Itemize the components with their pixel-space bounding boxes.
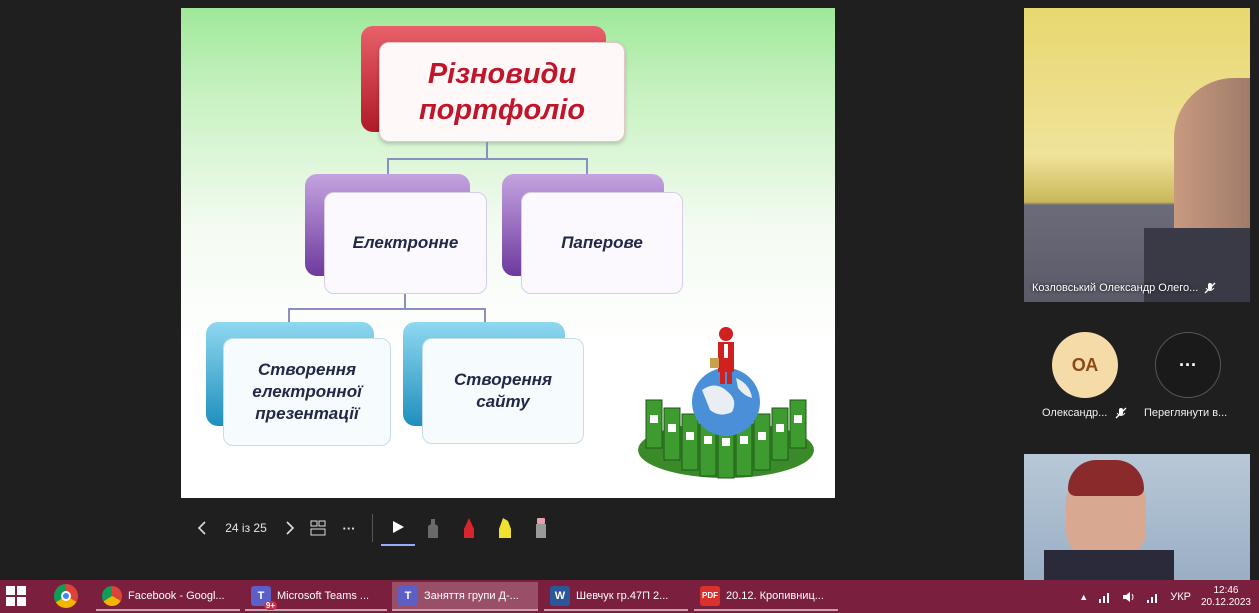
participant-name: Козловський Олександр Олего...: [1032, 282, 1199, 294]
show-hidden-icons-button[interactable]: ▲: [1079, 592, 1088, 602]
clock-time: 12:46: [1213, 584, 1239, 596]
node-presentation-text: Створення електронної презентації: [252, 360, 362, 423]
connector-line: [288, 308, 290, 322]
chrome-icon: [102, 585, 122, 606]
avatar-initials: ОА: [1071, 354, 1099, 375]
network-icon[interactable]: [1098, 591, 1112, 603]
connector-line: [484, 308, 486, 322]
view-more-label: Переглянути в...: [1144, 407, 1228, 419]
eraser-icon: [536, 518, 546, 538]
video-tile-secondary[interactable]: [1024, 454, 1250, 580]
node-electronic: Електронне: [324, 192, 487, 294]
highlighter-tool-button[interactable]: [487, 510, 523, 546]
system-tray: ▲ УКР 12:46 20.12.2023: [1079, 580, 1251, 613]
slide-toolbar: 24 із 25 ···: [190, 510, 559, 546]
slide-title-text: Різновиди портфоліо: [418, 58, 586, 126]
next-slide-button[interactable]: [278, 510, 302, 546]
volume-icon[interactable]: [1122, 591, 1136, 603]
slides-grid-button[interactable]: [302, 510, 334, 546]
taskbar-item-word[interactable]: W Шевчук гр.47П 2...: [544, 582, 688, 611]
taskbar-item-facebook[interactable]: Facebook - Googl...: [96, 582, 240, 611]
pen-red-icon: [464, 518, 474, 538]
previous-slide-button[interactable]: [190, 510, 214, 546]
node-paper: Паперове: [521, 192, 683, 294]
taskbar-item-label: 20.12. Кропивниц...: [726, 589, 824, 602]
windows-taskbar: Facebook - Googl... T 9+ Microsoft Teams…: [0, 580, 1259, 613]
avatar-participant-label: Олександр...: [1042, 407, 1127, 419]
pen-gray-icon: [428, 519, 438, 538]
avatar-participant-name: Олександр...: [1042, 407, 1108, 419]
node-presentation: Створення електронної презентації: [223, 338, 391, 446]
pdf-icon: PDF: [700, 585, 720, 606]
teams-icon: T: [398, 585, 418, 606]
view-more-participants-button[interactable]: ···: [1155, 332, 1221, 398]
video-tile-main[interactable]: Козловський Олександр Олего...: [1024, 8, 1250, 302]
pointer-icon: [393, 521, 404, 533]
pen-red-tool-button[interactable]: [451, 510, 487, 546]
participant-name-tag: Козловський Олександр Олего...: [1032, 282, 1216, 294]
teams-meeting-stage: Різновиди портфоліо Електронне Паперове …: [0, 0, 1259, 580]
node-paper-text: Паперове: [561, 233, 643, 252]
mic-muted-icon: [1115, 407, 1127, 419]
clock[interactable]: 12:46 20.12.2023: [1201, 585, 1251, 609]
toolbar-divider: [372, 514, 373, 542]
chrome-icon: [61, 591, 71, 601]
chrome-pinned-button[interactable]: [54, 584, 78, 608]
node-site-text: Створення сайту: [453, 370, 552, 411]
taskbar-item-pdf[interactable]: PDF 20.12. Кропивниц...: [694, 582, 838, 611]
language-indicator[interactable]: УКР: [1170, 591, 1191, 603]
start-button[interactable]: [6, 586, 26, 606]
taskbar-item-label: Шевчук гр.47П 2...: [576, 589, 669, 602]
word-icon: W: [550, 585, 570, 606]
slide-title: Різновиди портфоліо: [379, 42, 625, 142]
participant-avatar[interactable]: ОА: [1052, 332, 1118, 398]
clock-date: 20.12.2023: [1200, 596, 1251, 608]
connector-line: [387, 158, 587, 160]
pen-gray-tool-button[interactable]: [415, 510, 451, 546]
node-site: Створення сайту: [422, 338, 584, 444]
participant-hair-image: [1068, 460, 1144, 496]
connector-line: [486, 142, 488, 158]
portfolio-clipart-image: [638, 327, 814, 479]
node-electronic-text: Електронне: [352, 233, 459, 252]
teams-icon: T 9+: [251, 585, 277, 610]
taskbar-item-teams[interactable]: T 9+ Microsoft Teams ...: [245, 582, 387, 611]
signal-icon[interactable]: [1146, 591, 1160, 603]
pointer-tool-button[interactable]: [381, 510, 415, 546]
chevron-right-icon: [286, 521, 295, 535]
taskbar-item-label: Microsoft Teams ...: [277, 589, 370, 602]
windows-logo-icon: [6, 586, 26, 606]
taskbar-item-label: Заняття групи Д-...: [424, 589, 519, 602]
page-indicator: 24 із 25: [225, 521, 267, 535]
notification-badge: 9+: [263, 600, 277, 610]
highlighter-yellow-icon: [499, 518, 511, 538]
connector-line: [288, 308, 486, 310]
taskbar-item-meeting[interactable]: T Заняття групи Д-...: [392, 582, 538, 611]
mic-muted-icon: [1204, 282, 1216, 294]
presentation-slide: Різновиди портфоліо Електронне Паперове …: [181, 8, 835, 498]
more-dots-icon: ···: [1179, 354, 1197, 375]
slides-grid-icon: [310, 520, 326, 536]
taskbar-item-label: Facebook - Googl...: [128, 589, 225, 602]
more-options-button[interactable]: ···: [334, 510, 364, 546]
connector-line: [404, 294, 406, 308]
participant-clothes-image: [1044, 550, 1174, 580]
eraser-tool-button[interactable]: [523, 510, 559, 546]
chevron-left-icon: [197, 521, 206, 535]
